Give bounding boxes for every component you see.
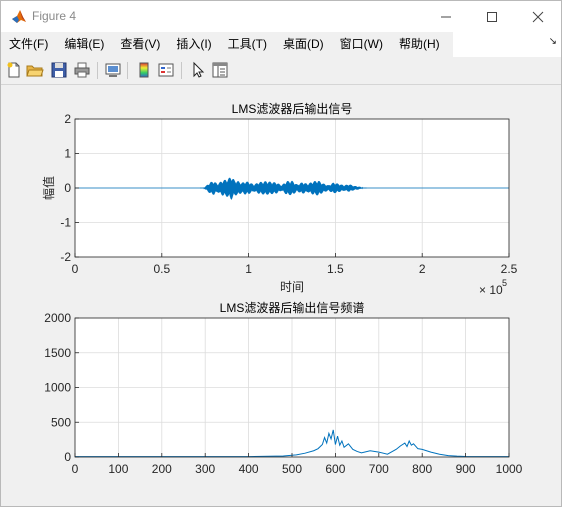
x-tick-label: 700	[369, 462, 389, 476]
maximize-icon	[487, 11, 497, 22]
colorbar-icon[interactable]	[135, 61, 153, 79]
menu-window[interactable]: 窗口(W)	[332, 32, 391, 57]
close-button[interactable]	[515, 1, 561, 32]
x-tick-label: 1.5	[327, 262, 344, 276]
x-tick-label: 0	[72, 262, 79, 276]
open-file-icon[interactable]	[26, 61, 44, 79]
y-tick-label: 500	[51, 415, 71, 429]
y-tick-label: -1	[60, 216, 71, 230]
axes-2-yticks: 0 500 1000 1500 2000	[44, 311, 79, 464]
x-tick-label: 2	[419, 262, 426, 276]
menu-desktop[interactable]: 桌面(D)	[275, 32, 332, 57]
matlab-logo-icon	[12, 10, 26, 23]
x-tick-label: 100	[108, 462, 128, 476]
toolbar-separator	[181, 62, 182, 79]
save-icon[interactable]	[50, 61, 68, 79]
menu-file[interactable]: 文件(F)	[1, 32, 56, 57]
y-tick-label: -2	[60, 250, 71, 264]
close-icon	[532, 11, 544, 22]
link-figure-icon[interactable]	[104, 61, 122, 79]
menu-tools[interactable]: 工具(T)	[220, 32, 275, 57]
menu-insert[interactable]: 插入(I)	[168, 32, 219, 57]
y-tick-label: 1000	[44, 381, 71, 395]
axes-1-exponent-base: × 10	[479, 283, 503, 297]
x-tick-label: 400	[239, 462, 259, 476]
legend-icon[interactable]	[157, 61, 175, 79]
y-tick-label: 2000	[44, 311, 71, 325]
dock-arrow-icon[interactable]: ↘	[549, 36, 557, 47]
x-tick-label: 1	[245, 262, 252, 276]
toolbar-separator	[97, 62, 98, 79]
axes-1-xlabel: 时间	[280, 280, 304, 294]
figure-window: Figure 4 文件(F) 编辑(E) 查看(V) 插入(I) 工具(T) 桌…	[0, 0, 562, 507]
y-tick-label: 1500	[44, 346, 71, 360]
x-tick-label: 500	[282, 462, 302, 476]
x-tick-label: 200	[152, 462, 172, 476]
x-tick-label: 2.5	[501, 262, 518, 276]
new-file-icon[interactable]	[5, 61, 23, 79]
axes-2-title: LMS滤波器后输出信号频谱	[220, 300, 365, 315]
x-tick-label: 0.5	[153, 262, 170, 276]
print-icon[interactable]	[73, 61, 91, 79]
minimize-button[interactable]	[423, 1, 469, 32]
minimize-icon	[441, 16, 451, 17]
x-tick-label: 900	[456, 462, 476, 476]
x-tick-label: 300	[195, 462, 215, 476]
axes-1-title: LMS滤波器后输出信号	[232, 101, 353, 116]
figure-toolbar	[1, 57, 561, 85]
pointer-icon[interactable]	[189, 61, 207, 79]
figure-canvas: 0 0.5 1 1.5 2 2.5 -2 -1 0 1 2 LMS滤波器后输出信号 时间 幅值 ×…	[1, 85, 561, 506]
toolbar-separator	[127, 62, 128, 79]
x-tick-label: 600	[325, 462, 345, 476]
menu-help[interactable]: 帮助(H)	[391, 32, 448, 57]
property-editor-icon[interactable]	[211, 61, 229, 79]
x-tick-label: 800	[412, 462, 432, 476]
y-tick-label: 2	[64, 112, 71, 126]
figure-svg: 0 0.5 1 1.5 2 2.5 -2 -1 0 1 2 LMS滤波器后输出信号 时间 幅值 ×…	[41, 101, 523, 476]
menu-edit[interactable]: 编辑(E)	[56, 32, 112, 57]
maximize-button[interactable]	[469, 1, 515, 32]
window-title: Figure 4	[32, 9, 77, 23]
axes-1-exponent-power: 5	[502, 278, 507, 288]
y-tick-label: 1	[64, 147, 71, 161]
x-tick-label: 1000	[496, 462, 523, 476]
menu-view[interactable]: 查看(V)	[112, 32, 168, 57]
y-tick-label: 0	[64, 181, 71, 195]
menu-bar: 文件(F) 编辑(E) 查看(V) 插入(I) 工具(T) 桌面(D) 窗口(W…	[1, 32, 561, 57]
x-tick-label: 0	[72, 462, 79, 476]
title-bar: Figure 4	[1, 1, 561, 32]
axes-1-ylabel: 幅值	[41, 176, 56, 200]
y-tick-label: 0	[64, 450, 71, 464]
